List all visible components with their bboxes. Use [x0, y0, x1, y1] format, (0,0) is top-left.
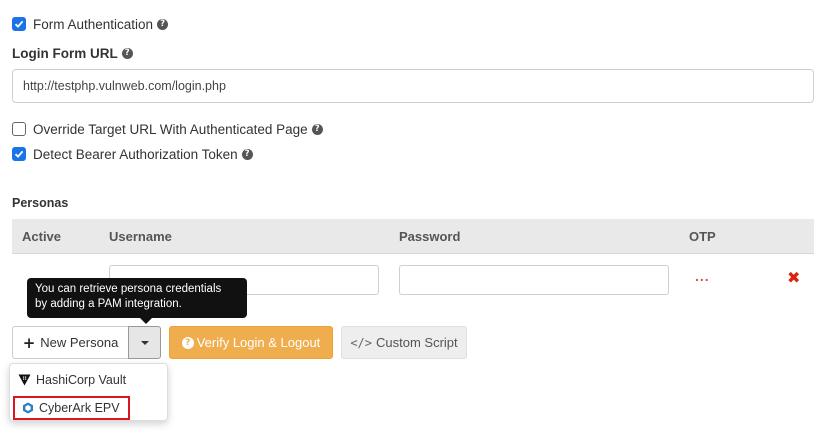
otp-value[interactable]: ... [695, 268, 710, 284]
help-icon[interactable]: ? [121, 48, 133, 59]
new-persona-button[interactable]: + New Persona [12, 326, 128, 359]
help-icon[interactable]: ? [157, 18, 169, 30]
tooltip-line-1: You can retrieve persona credentials [35, 283, 222, 295]
override-target-checkbox[interactable] [12, 122, 26, 136]
form-authentication-checkbox[interactable] [12, 17, 26, 31]
override-target-label: Override Target URL With Authenticated P… [33, 121, 308, 137]
caret-down-icon [140, 340, 149, 345]
tooltip-line-2: by adding a PAM integration. [35, 298, 182, 310]
new-persona-label: New Persona [40, 335, 119, 350]
code-icon: </> [350, 335, 373, 350]
column-header-active: Active [22, 229, 62, 244]
question-circle-icon: ? [181, 336, 194, 349]
override-target-row[interactable]: Override Target URL With Authenticated P… [12, 120, 323, 138]
personas-section-label: Personas [12, 196, 69, 210]
cyberark-icon [23, 402, 33, 414]
tooltip-arrow [140, 318, 152, 324]
plus-icon: + [22, 333, 36, 352]
check-icon [14, 150, 24, 158]
pam-integration-tooltip: You can retrieve persona credentials by … [27, 278, 247, 318]
help-icon[interactable]: ? [311, 123, 323, 135]
login-form-url-label: Login Form URL ? [12, 46, 133, 61]
custom-script-button[interactable]: </> Custom Script [341, 326, 467, 359]
check-icon [14, 20, 24, 28]
login-form-url-input[interactable] [12, 69, 814, 103]
cyberark-epv-label: CyberArk EPV [39, 401, 120, 415]
hashicorp-vault-icon [18, 374, 31, 386]
custom-script-label: Custom Script [376, 335, 458, 350]
dropdown-item-hashicorp-vault[interactable]: HashiCorp Vault [18, 373, 126, 387]
column-header-otp: OTP [689, 229, 716, 244]
column-header-password: Password [399, 229, 461, 244]
login-form-url-label-text: Login Form URL [12, 46, 118, 61]
verify-login-logout-button[interactable]: ? Verify Login & Logout [169, 326, 333, 359]
detect-bearer-label: Detect Bearer Authorization Token [33, 146, 238, 162]
verify-label: Verify Login & Logout [196, 335, 321, 350]
form-authentication-label: Form Authentication [33, 16, 154, 32]
password-input[interactable] [399, 265, 669, 295]
detect-bearer-checkbox[interactable] [12, 147, 26, 161]
column-header-username: Username [109, 229, 172, 244]
form-authentication-row[interactable]: Form Authentication ? [12, 15, 169, 33]
detect-bearer-row[interactable]: Detect Bearer Authorization Token ? [12, 145, 253, 163]
pam-dropdown-menu: HashiCorp Vault CyberArk EPV [9, 363, 168, 421]
personas-table-header: Active Username Password OTP [12, 219, 814, 254]
hashicorp-vault-label: HashiCorp Vault [36, 373, 127, 387]
remove-icon[interactable]: ✖ [787, 268, 800, 287]
help-icon[interactable]: ? [241, 148, 253, 160]
new-persona-dropdown-toggle[interactable] [128, 326, 161, 359]
dropdown-item-cyberark-epv[interactable]: CyberArk EPV [13, 396, 130, 420]
